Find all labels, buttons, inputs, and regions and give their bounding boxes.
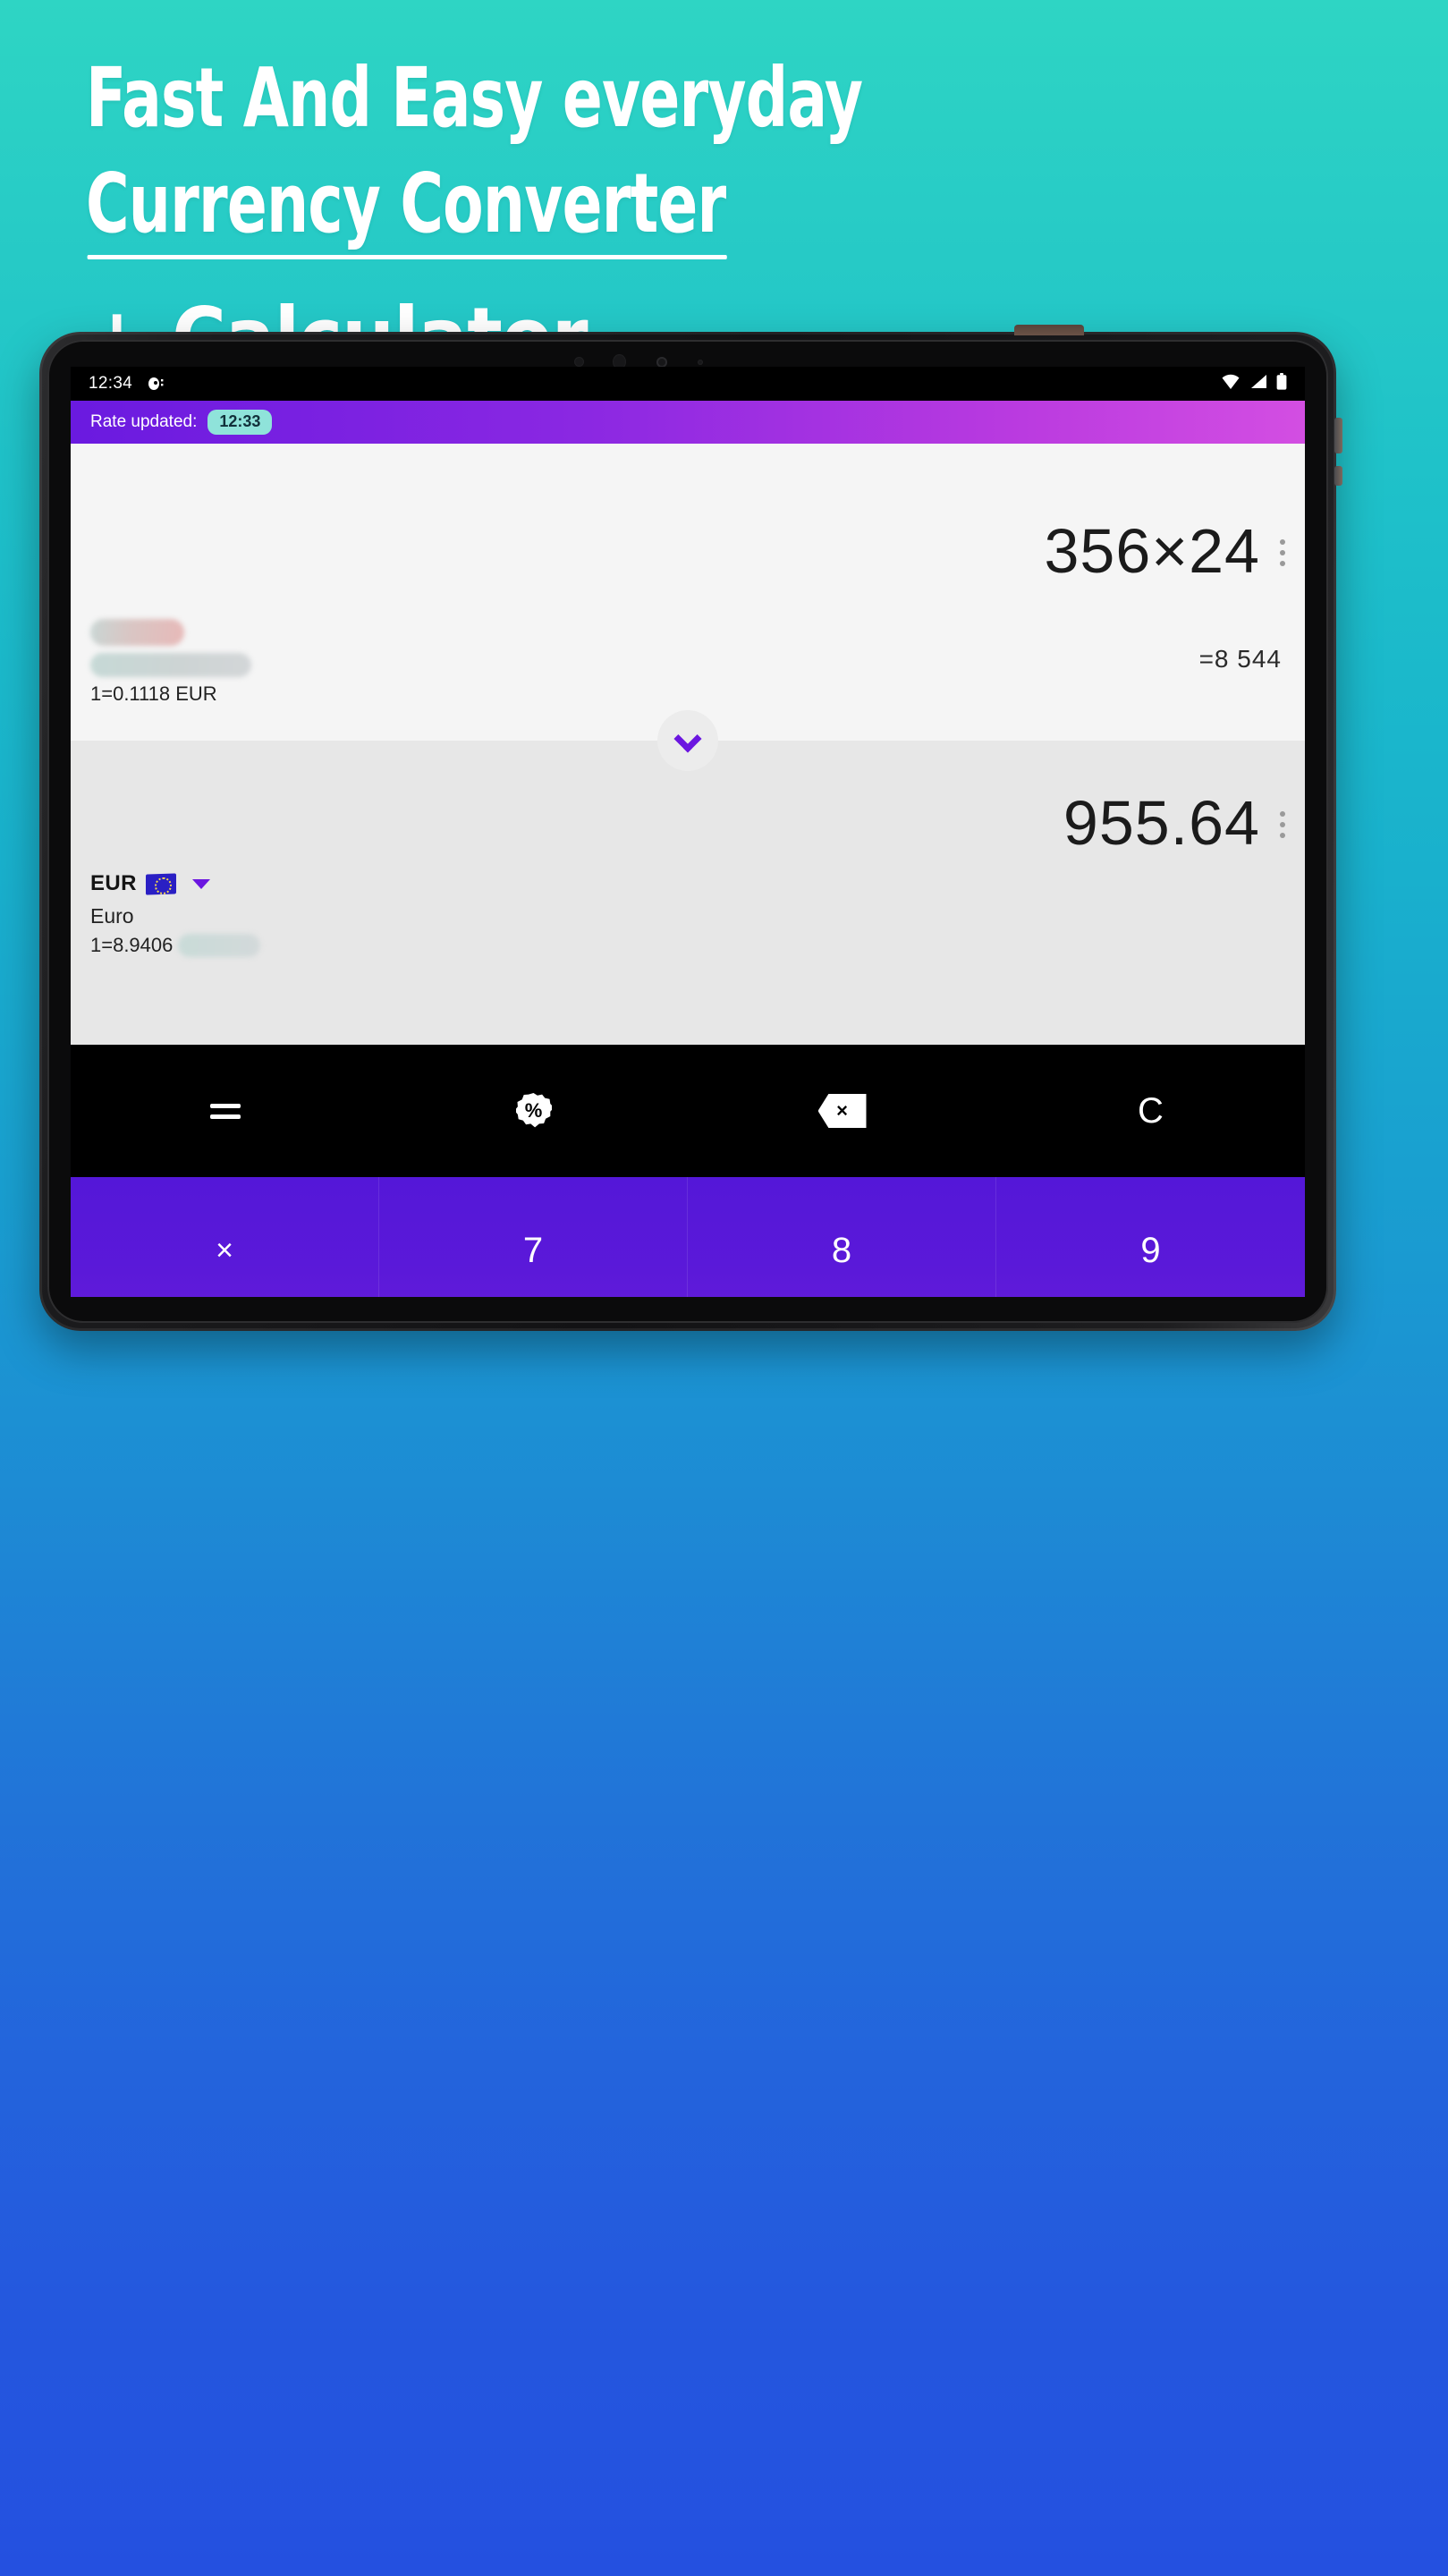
target-rate-suffix-redacted xyxy=(178,934,261,957)
source-currency-panel[interactable]: 356×24 =8 544 1=0.1118 EUR xyxy=(71,444,1305,771)
key-7[interactable]: 7 xyxy=(379,1177,688,1297)
source-rate-line: 1=0.1118 EUR xyxy=(90,682,217,705)
equals-icon xyxy=(209,1103,241,1119)
status-bar: 12:34 xyxy=(71,367,1305,401)
target-currency-name: Euro xyxy=(90,904,134,928)
source-currency-code-redacted xyxy=(90,619,184,646)
calculator-expression[interactable]: 356×24 xyxy=(1044,520,1260,582)
swap-currency-button[interactable] xyxy=(657,710,718,771)
rate-updated-label: Rate updated: xyxy=(90,412,198,431)
backspace-icon: × xyxy=(817,1094,867,1128)
source-amount-row: 356×24 xyxy=(1044,520,1285,582)
target-rate-line: 1=8.9406 xyxy=(90,934,261,957)
converted-amount[interactable]: 955.64 xyxy=(1063,792,1260,854)
tablet-top-nub xyxy=(1014,325,1084,335)
calculator-keypad: × 7 8 9 ÷ 4 5 6 + 1 2 3 - 0 . 00 xyxy=(71,1177,1305,1297)
clear-icon: C xyxy=(1138,1090,1164,1131)
status-bar-icons xyxy=(1221,372,1287,395)
chevron-down-icon xyxy=(673,724,702,753)
source-currency-block[interactable]: 1=0.1118 EUR xyxy=(90,619,251,706)
clear-button[interactable]: C xyxy=(996,1045,1305,1177)
eu-flag-icon xyxy=(145,872,176,895)
target-currency-block[interactable]: EUR Euro 1=8.9406 xyxy=(90,871,261,957)
power-button[interactable] xyxy=(1334,418,1342,453)
wifi-icon xyxy=(1221,374,1241,394)
headline-line-1: Fast And Easy everyday xyxy=(86,50,863,146)
caret-down-icon[interactable] xyxy=(191,878,210,889)
calculator-result: =8 544 xyxy=(1198,645,1282,673)
target-currency-panel[interactable]: 955.64 EUR Euro 1=8.9406 xyxy=(71,741,1305,1045)
sensor-dot-1 xyxy=(574,357,584,367)
key-9[interactable]: 9 xyxy=(996,1177,1305,1297)
target-amount-row: 955.64 xyxy=(1063,792,1285,854)
equals-button[interactable] xyxy=(71,1045,379,1177)
calculator-function-row: % × C xyxy=(71,1045,1305,1177)
key-multiply[interactable]: × xyxy=(71,1177,379,1297)
rate-updated-time-badge: 12:33 xyxy=(207,410,273,435)
sensor-dot-3 xyxy=(698,360,703,365)
key-8[interactable]: 8 xyxy=(688,1177,996,1297)
signal-icon xyxy=(1249,374,1267,394)
volume-button[interactable] xyxy=(1334,466,1342,486)
device-screen: 12:34 Rate updated: 12:33 356×24 =8 544 … xyxy=(71,367,1305,1297)
headline-line-2: Currency Converter xyxy=(86,156,728,265)
target-kebab-menu-icon[interactable] xyxy=(1280,792,1285,838)
tablet-device: 12:34 Rate updated: 12:33 356×24 =8 544 … xyxy=(39,325,1342,1331)
source-kebab-menu-icon[interactable] xyxy=(1280,520,1285,566)
status-bar-clock: 12:34 xyxy=(89,374,133,393)
backspace-button[interactable]: × xyxy=(688,1045,996,1177)
battery-icon xyxy=(1276,372,1287,395)
notification-icon xyxy=(148,376,165,392)
target-currency-code: EUR xyxy=(90,871,137,895)
percent-button[interactable]: % xyxy=(379,1045,688,1177)
target-rate-value: 1=8.9406 xyxy=(90,934,174,956)
percent-badge-icon: % xyxy=(515,1093,552,1128)
target-currency-selector[interactable]: EUR xyxy=(90,871,260,896)
source-currency-name-redacted xyxy=(90,653,251,677)
rate-updated-bar[interactable]: Rate updated: 12:33 xyxy=(71,401,1305,444)
